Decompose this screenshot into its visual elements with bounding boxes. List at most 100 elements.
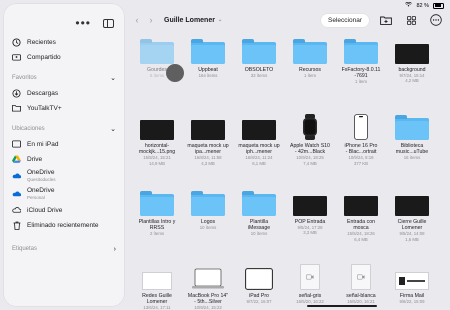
sidebar-item-label: OneDrive <box>27 187 55 195</box>
file-thumbnail <box>183 38 233 64</box>
file-item[interactable]: Biblioteca music...uTube 16 ítems <box>387 114 437 161</box>
file-item[interactable]: OBSOLETO 33 ítems <box>234 38 284 78</box>
file-item[interactable]: POP Entrada 9/5/24, 17:28 3,3 MB <box>285 190 335 236</box>
file-thumbnail <box>387 38 437 64</box>
back-button[interactable]: ‹ <box>130 13 144 27</box>
file-item[interactable]: FxFactory-8.0.11 -7691 1 ítem <box>336 38 386 85</box>
file-meta: 1 ítem <box>355 79 367 85</box>
folder-title[interactable]: Guille Lomener ⌄ <box>164 17 222 24</box>
file-item[interactable]: background 9/7/24, 15:14 4,2 MB <box>387 38 437 84</box>
sidebar-topbar: ••• <box>12 12 116 34</box>
chevron-down-icon: ⌄ <box>217 17 223 23</box>
sidebar-item-label: iCloud Drive <box>27 206 63 214</box>
file-thumbnail <box>285 264 335 290</box>
file-item[interactable]: Firma Mail 9/6/22, 15:09 <box>387 264 437 304</box>
section-header-etiquetas[interactable]: Etiquetas › <box>12 244 116 254</box>
sidebar-item-onedrive-1[interactable]: OneDrive Quesitoducles <box>12 167 116 184</box>
file-meta: 164 ítems <box>198 73 218 79</box>
file-item[interactable]: iPhone 16 Pro - Blac...ortrait 10/9/24, 8:… <box>336 114 386 166</box>
sidebar-item-recientes[interactable]: Recientes <box>12 35 116 49</box>
file-thumbnail <box>336 114 386 140</box>
chevron-down-icon[interactable]: ⌄ <box>110 125 116 133</box>
folder-icon <box>191 191 225 216</box>
file-meta: 10 ítems <box>250 231 268 237</box>
file-item[interactable]: Uppbeat 164 ítems <box>183 38 233 78</box>
file-item[interactable]: Redes Guille Lomener 13/6/24, 17:11 <box>132 264 182 310</box>
sidebar-item-label: Eliminado recientemente <box>27 221 99 229</box>
folder-icon <box>242 191 276 216</box>
sidebar-item-compartido[interactable]: Compartido <box>12 50 116 64</box>
sidebar-item-drive[interactable]: Drive <box>12 152 116 166</box>
file-meta: 10 ítems <box>199 225 217 231</box>
select-button[interactable]: Seleccionar <box>321 13 369 27</box>
file-size: 7,4 MB <box>303 160 317 166</box>
file-item[interactable]: maqueta mock up ipa...mener 16/8/24, 11:58… <box>183 114 233 166</box>
sidebar-item-sublabel: Personal <box>27 194 45 200</box>
file-thumbnail <box>234 190 284 216</box>
sidebar-item-eliminado[interactable]: Eliminado recientemente <box>12 218 116 232</box>
file-item[interactable]: horizontal-mockjk...15.png 15/8/24, 15:21… <box>132 114 182 166</box>
sidebar-item-label: En mi iPad <box>27 140 59 148</box>
file-thumbnail <box>336 38 386 64</box>
wifi-icon <box>405 1 413 9</box>
sidebar: ••• Recientes Compartido Favoritos ⌄ Des… <box>4 4 124 306</box>
section-header-ubicaciones[interactable]: Ubicaciones ⌄ <box>12 124 116 134</box>
sidebar-item-sublabel: Quesitoducles <box>27 176 56 182</box>
sidebar-item-label: Recientes <box>27 38 56 46</box>
new-folder-icon[interactable] <box>378 13 394 27</box>
sidebar-item-youtalktv[interactable]: YouTalkTV+ <box>12 101 116 115</box>
folder-icon <box>12 104 21 113</box>
file-thumbnail <box>132 264 182 290</box>
sidebar-item-en-mi-ipad[interactable]: En mi iPad <box>12 137 116 151</box>
file-item[interactable]: señal-gris 16/5/20, 16:22 <box>285 264 335 304</box>
sidebar-item-label: YouTalkTV+ <box>27 104 62 112</box>
folder-icon <box>242 39 276 64</box>
image-thumbnail <box>191 120 225 140</box>
chevron-right-icon[interactable]: › <box>114 246 116 253</box>
image-thumbnail <box>142 272 172 290</box>
sidebar-item-label: OneDrive <box>27 169 55 177</box>
file-item[interactable]: señal-blanca 16/5/20, 16:21 <box>336 264 386 304</box>
battery-icon <box>433 2 444 9</box>
file-item[interactable]: Plantillas Intro y RRSS 2 ítems <box>132 190 182 237</box>
drive-icon <box>12 155 21 164</box>
image-thumbnail <box>344 196 378 216</box>
more-options-icon[interactable] <box>428 13 444 27</box>
file-item[interactable]: Logos 10 ítems <box>183 190 233 230</box>
file-thumbnail <box>183 264 233 290</box>
file-item[interactable]: MacBook Pro 14" - 5th...Silver 10/9/24, 15… <box>183 264 233 310</box>
sidebar-item-icloud-drive[interactable]: iCloud Drive <box>12 203 116 217</box>
file-meta: 9/6/22, 15:09 <box>399 299 425 305</box>
file-size: 3,3 MB <box>303 230 317 236</box>
file-item[interactable]: Plantilla iMessage 10 ítems <box>234 190 284 237</box>
folder-icon <box>140 191 174 216</box>
sidebar-toggle-icon[interactable] <box>103 18 114 28</box>
file-item[interactable]: Recursos 1 ítem <box>285 38 335 78</box>
file-item[interactable]: Cierre Guille Lomener 9/5/24, 14:08 1,6 MB <box>387 190 437 242</box>
drag-touch-indicator <box>166 64 184 82</box>
forward-button[interactable]: › <box>144 13 158 27</box>
video-file-icon <box>351 264 371 290</box>
file-meta: 16/5/20, 16:22 <box>296 299 324 305</box>
trash-icon <box>12 221 21 230</box>
file-item[interactable]: maqueta mock up iph...mener 16/8/24, 11:24… <box>234 114 284 166</box>
watch-thumbnail <box>303 114 317 140</box>
file-item[interactable]: iPad Pro 9/7/22, 16:07 <box>234 264 284 304</box>
chevron-down-icon[interactable]: ⌄ <box>110 74 116 82</box>
section-header-favoritos[interactable]: Favoritos ⌄ <box>12 73 116 83</box>
file-thumbnail <box>183 190 233 216</box>
file-meta: 10/9/24, 15:22 <box>194 305 222 310</box>
download-icon <box>12 88 21 98</box>
file-thumbnail <box>387 190 437 216</box>
file-thumbnail <box>387 264 437 290</box>
more-options-icon[interactable]: ••• <box>75 17 91 29</box>
sidebar-item-descargas[interactable]: Descargas <box>12 86 116 100</box>
file-item[interactable]: Apple Watch S10- 42m...Black 10/9/24, 18:… <box>285 114 335 166</box>
file-thumbnail <box>183 114 233 140</box>
file-thumbnail <box>234 114 284 140</box>
sidebar-item-onedrive-2[interactable]: OneDrive Personal <box>12 185 116 202</box>
image-thumbnail <box>293 196 327 216</box>
file-meta: 33 ítems <box>250 73 268 79</box>
file-item[interactable]: Entrada con mosca 15/5/24, 18:26 6,4 MB <box>336 190 386 242</box>
grid-view-icon[interactable] <box>403 13 419 27</box>
